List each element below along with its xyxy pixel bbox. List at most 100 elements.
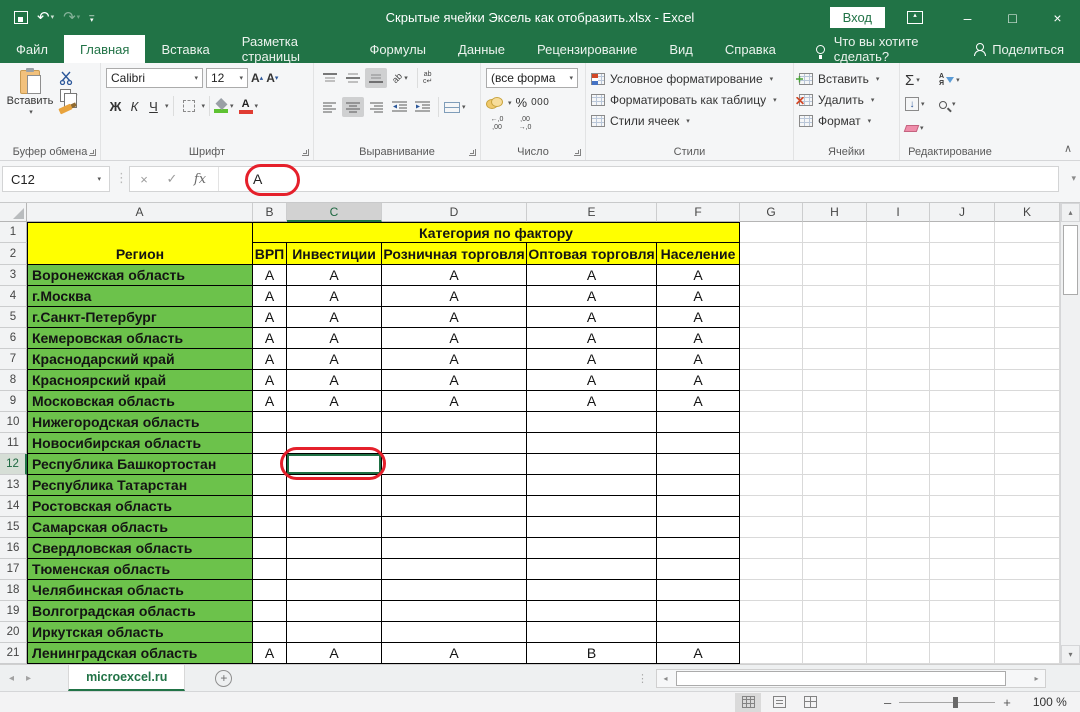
ribbon-tab[interactable]: Главная [63,35,146,63]
region-cell[interactable]: Ленинградская область [27,643,253,664]
value-cell[interactable] [253,622,287,643]
increase-decimal-icon[interactable]: ←,0 ,00 [486,116,508,132]
row-header[interactable]: 8 [0,370,27,391]
empty-cell[interactable] [930,622,995,643]
customize-quick-access-button[interactable]: – ▾ [89,10,94,24]
copy-button[interactable]: ▾ [59,89,78,108]
empty-cell[interactable] [995,370,1060,391]
empty-cell[interactable] [867,580,930,601]
value-cell[interactable]: А [382,370,527,391]
value-cell[interactable] [253,559,287,580]
value-cell[interactable] [382,538,527,559]
value-cell[interactable]: А [287,286,382,307]
value-cell[interactable] [287,580,382,601]
expand-formula-bar-icon[interactable]: ▾ [1071,173,1076,184]
format-as-table-button[interactable]: Форматировать как таблицу ▾ [591,89,788,110]
value-cell[interactable]: А [527,328,657,349]
empty-cell[interactable] [803,601,867,622]
align-top-button[interactable] [319,68,341,88]
row-header[interactable]: 9 [0,391,27,412]
empty-cell[interactable] [803,243,867,265]
empty-cell[interactable] [867,538,930,559]
fill-button[interactable]: ↓ ▾ [905,97,939,111]
empty-cell[interactable] [995,349,1060,370]
value-cell[interactable]: А [287,307,382,328]
empty-cell[interactable] [803,643,867,664]
chevron-down-icon[interactable]: ▾ [51,14,55,21]
value-cell[interactable]: А [287,391,382,412]
align-middle-button[interactable] [342,68,364,88]
ribbon-tab[interactable]: Разметка страницы [226,34,354,64]
empty-cell[interactable] [740,412,803,433]
empty-cell[interactable] [867,517,930,538]
value-cell[interactable]: А [657,286,740,307]
clear-button[interactable]: ▾ [903,124,939,132]
value-cell[interactable] [287,475,382,496]
vertical-scrollbar[interactable]: ▴ ▾ [1060,203,1080,664]
empty-cell[interactable] [803,391,867,412]
empty-cell[interactable] [995,391,1060,412]
scroll-right-button[interactable]: ▸ [1028,674,1045,683]
empty-cell[interactable] [740,243,803,265]
empty-cell[interactable] [995,643,1060,664]
formula-bar-value[interactable]: А [219,171,262,187]
orientation-button[interactable]: ab ▾ [388,71,412,85]
value-cell[interactable]: А [382,286,527,307]
empty-cell[interactable] [930,601,995,622]
column-header-J[interactable]: J [930,203,995,222]
dialog-launcher-icon[interactable] [302,149,309,156]
empty-cell[interactable] [930,391,995,412]
region-cell[interactable]: Волгоградская область [27,601,253,622]
horizontal-scrollbar[interactable]: ◂ ▸ [656,668,1046,688]
empty-cell[interactable] [930,243,995,265]
region-cell[interactable]: Свердловская область [27,538,253,559]
value-cell[interactable]: А [253,391,287,412]
empty-cell[interactable] [995,222,1060,243]
empty-cell[interactable] [803,496,867,517]
row-header[interactable]: 20 [0,622,27,643]
empty-cell[interactable] [995,517,1060,538]
empty-cell[interactable] [740,222,803,243]
cancel-button[interactable]: × [130,172,158,187]
empty-cell[interactable] [803,517,867,538]
zoom-slider-thumb[interactable] [953,696,959,708]
row-header[interactable]: 13 [0,475,27,496]
value-cell[interactable] [657,580,740,601]
empty-cell[interactable] [867,559,930,580]
value-cell[interactable]: А [527,391,657,412]
empty-cell[interactable] [930,222,995,243]
column-header-F[interactable]: F [657,203,740,222]
empty-cell[interactable] [740,643,803,664]
factor-header-cell[interactable]: ВРП [253,243,287,265]
empty-cell[interactable] [930,307,995,328]
ribbon-display-options-icon[interactable]: ▴ [907,11,923,24]
dialog-launcher-icon[interactable] [469,149,476,156]
zoom-level[interactable]: 100 % [1033,695,1067,709]
percent-style-button[interactable]: % [516,95,528,110]
empty-cell[interactable] [867,433,930,454]
value-cell[interactable]: А [527,265,657,286]
row-header[interactable]: 21 [0,643,27,664]
value-cell[interactable]: А [287,643,382,664]
chevron-down-icon[interactable]: ▾ [202,102,206,110]
column-header-G[interactable]: G [740,203,803,222]
empty-cell[interactable] [867,265,930,286]
chevron-down-icon[interactable]: ▾ [97,175,101,183]
region-cell[interactable]: г.Санкт-Петербург [27,307,253,328]
column-header-K[interactable]: K [995,203,1060,222]
column-header-B[interactable]: B [253,203,287,222]
region-cell[interactable]: Нижегородская область [27,412,253,433]
empty-cell[interactable] [867,307,930,328]
horizontal-scroll-thumb[interactable] [676,670,1006,686]
row-header[interactable]: 1 [0,222,27,243]
column-header-E[interactable]: E [527,203,657,222]
value-cell[interactable]: А [382,391,527,412]
value-cell[interactable] [382,475,527,496]
value-cell[interactable]: А [382,349,527,370]
value-cell[interactable]: А [253,643,287,664]
empty-cell[interactable] [930,559,995,580]
row-header[interactable]: 4 [0,286,27,307]
empty-cell[interactable] [867,222,930,243]
value-cell[interactable]: А [287,265,382,286]
empty-cell[interactable] [740,475,803,496]
